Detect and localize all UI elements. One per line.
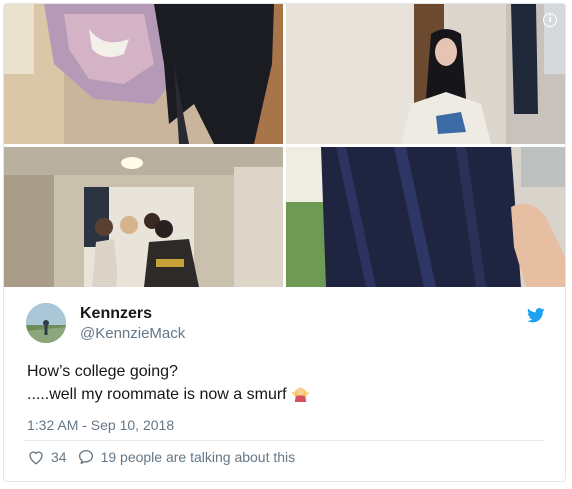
tweet-actions: 34 19 people are talking about this <box>27 448 295 466</box>
media-grid: i <box>4 4 565 287</box>
conversation-text: 19 people are talking about this <box>100 449 296 465</box>
photo-1[interactable] <box>4 4 283 144</box>
screen-name[interactable]: @KennzieMack <box>80 325 185 342</box>
photo-2[interactable]: i <box>286 4 565 144</box>
heart-icon <box>29 451 43 465</box>
woman-shrugging-emoji-icon <box>291 387 309 402</box>
info-icon[interactable]: i <box>543 13 557 27</box>
timestamp[interactable]: 1:32 AM - Sep 10, 2018 <box>27 417 174 433</box>
reply-bubble-icon <box>78 449 93 465</box>
tweet-card[interactable]: i Kennzers @KennzieMack How’s college go… <box>3 3 566 482</box>
tweet-text-line-2: .....well my roommate is now a smurf <box>27 383 547 406</box>
tweet-text-line-1: How’s college going? <box>27 363 178 380</box>
twitter-bird-icon[interactable] <box>527 308 545 323</box>
photo-3[interactable] <box>4 147 283 287</box>
photo-4[interactable] <box>286 147 565 287</box>
divider <box>24 440 545 441</box>
like-count: 34 <box>51 449 67 465</box>
tweet-text-line-2-text: .....well my roommate is now a smurf <box>27 386 287 403</box>
reply-button[interactable]: 19 people are talking about this <box>77 448 296 466</box>
display-name[interactable]: Kennzers <box>80 305 152 323</box>
avatar[interactable] <box>26 303 66 343</box>
like-button[interactable]: 34 <box>27 448 67 466</box>
tweet-text: How’s college going? .....well my roomma… <box>27 361 547 406</box>
